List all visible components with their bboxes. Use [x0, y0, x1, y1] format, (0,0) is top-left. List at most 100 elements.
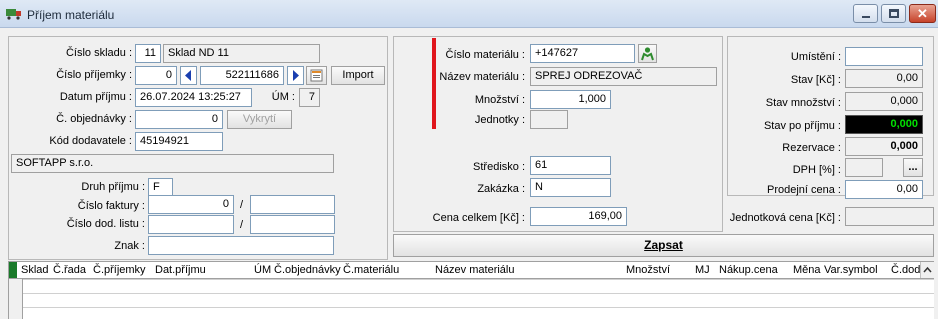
window-title: Příjem materiálu [27, 8, 115, 22]
vykryti-button[interactable]: Vykrytí [227, 110, 292, 129]
znak-label: Znak : [114, 240, 145, 252]
minimize-button[interactable] [853, 4, 878, 23]
dph-field [845, 158, 883, 177]
truck-icon [6, 9, 21, 20]
grid-indicator-icon [9, 262, 17, 278]
grid-row-line [9, 293, 934, 294]
nazev-materialu-label: Název materiálu : [439, 71, 525, 83]
um-field: 7 [299, 88, 320, 107]
faktury-separator: / [240, 199, 244, 211]
import-button[interactable]: Import [331, 66, 385, 85]
dod-listu-suffix-input[interactable] [250, 215, 335, 234]
col-cislo-rada[interactable]: Č.řada [53, 264, 86, 276]
umisteni-label: Umístění : [790, 51, 841, 63]
dph-button[interactable]: ... [903, 158, 923, 177]
material-search-button[interactable] [638, 44, 657, 63]
mnozstvi-input[interactable]: 1,000 [530, 90, 611, 109]
col-mena[interactable]: Měna [793, 264, 821, 276]
prev-button[interactable] [180, 66, 197, 85]
cislo-objednavky-input[interactable]: 0 [135, 110, 223, 129]
cislo-skladu-input[interactable]: 11 [135, 44, 161, 63]
list-button[interactable] [306, 66, 327, 85]
next-button[interactable] [287, 66, 304, 85]
grid-row-line [9, 307, 934, 308]
col-var-symbol[interactable]: Var.symbol [824, 264, 878, 276]
col-mnozstvi[interactable]: Množství [626, 264, 670, 276]
rezervace-label: Rezervace : [782, 142, 841, 154]
cislo-objednavky-label: Č. objednávky : [56, 113, 132, 125]
grid-body[interactable] [8, 279, 934, 319]
dph-label: DPH [%] : [792, 164, 841, 176]
stav-kc-field: 0,00 [845, 69, 923, 88]
sklad-name-field: Sklad ND 11 [163, 44, 320, 63]
scroll-up-button[interactable] [920, 262, 934, 278]
datum-prijmu-input[interactable]: 26.07.2024 13:25:27 [135, 88, 252, 107]
grid-header: Sklad Č.řada Č.příjemky Dat.příjmu ÚM Č.… [8, 261, 934, 279]
znak-input[interactable] [148, 236, 334, 255]
arrow-right-icon [293, 70, 299, 81]
cislo-dod-listu-label: Číslo dod. listu : [66, 218, 145, 230]
nazev-materialu-field: SPREJ ODREZOVAČ [530, 67, 717, 86]
col-mj[interactable]: MJ [695, 264, 710, 276]
col-cislo-prijemky[interactable]: Č.příjemky [93, 264, 146, 276]
prodejni-cena-label: Prodejní cena : [767, 184, 841, 196]
cislo-prijemky-input[interactable]: 522111686 [200, 66, 284, 85]
cislo-faktury-input[interactable]: 0 [148, 195, 234, 214]
cena-celkem-label: Cena celkem [Kč] : [432, 212, 525, 224]
stav-kc-label: Stav [Kč] : [790, 74, 841, 86]
col-nakup-cena[interactable]: Nákup.cena [719, 264, 778, 276]
cislo-prijemky-series-input[interactable]: 0 [135, 66, 177, 85]
jednotkova-cena-label: Jednotková cena [Kč] : [729, 212, 841, 224]
arrow-left-icon [185, 70, 191, 81]
jednotky-label: Jednotky : [474, 114, 525, 126]
stredisko-label: Středisko : [473, 161, 525, 173]
umisteni-input[interactable] [845, 47, 923, 66]
kod-dodavatele-input[interactable]: 45194921 [135, 132, 223, 151]
col-nazev-materialu[interactable]: Název materiálu [435, 264, 514, 276]
maximize-button[interactable] [881, 4, 906, 23]
zakazka-label: Zakázka : [477, 183, 525, 195]
kod-dodavatele-label: Kód dodavatele : [49, 135, 132, 147]
stav-po-prijmu-field: 0,000 [845, 115, 923, 134]
close-button[interactable]: ✕ [909, 4, 936, 23]
cislo-faktury-label: Číslo faktury : [77, 200, 145, 212]
col-sklad[interactable]: Sklad [21, 264, 49, 276]
maximize-icon [889, 9, 899, 18]
middle-panel [393, 36, 723, 232]
um-label: ÚM : [271, 91, 295, 103]
close-icon: ✕ [917, 6, 928, 21]
dod-listu-separator: / [240, 219, 244, 231]
mnozstvi-label: Množství : [474, 94, 525, 106]
col-datum-prijmu[interactable]: Dat.příjmu [155, 264, 206, 276]
stav-mnozstvi-field: 0,000 [845, 92, 923, 111]
cislo-dod-listu-input[interactable] [148, 215, 234, 234]
minimize-icon [862, 16, 870, 18]
grid-row-line [9, 279, 934, 280]
chevron-up-icon [923, 266, 932, 273]
col-cislo-materialu[interactable]: Č.materiálu [343, 264, 399, 276]
cislo-skladu-label: Číslo skladu : [65, 47, 132, 59]
stav-po-prijmu-label: Stav po příjmu : [763, 120, 841, 132]
stredisko-input[interactable]: 61 [530, 156, 611, 175]
cislo-materialu-input[interactable]: +147627 [530, 44, 635, 63]
zapsat-button[interactable]: Zapsat [393, 234, 934, 257]
stav-mnozstvi-label: Stav množství : [765, 97, 841, 109]
cislo-prijemky-label: Číslo příjemky : [56, 69, 132, 81]
jednotky-field [530, 110, 568, 129]
druh-prijmu-label: Druh příjmu : [81, 181, 145, 193]
datum-prijmu-label: Datum příjmu : [59, 91, 132, 103]
highlight-box [432, 38, 436, 129]
col-um[interactable]: ÚM [254, 264, 271, 276]
rezervace-field: 0,000 [845, 137, 923, 156]
cena-celkem-input[interactable]: 169,00 [530, 207, 627, 226]
col-cislo-objednavky[interactable]: Č.objednávky [274, 264, 341, 276]
prodejni-cena-input[interactable]: 0,00 [845, 180, 923, 199]
title-bar: Příjem materiálu ✕ [0, 0, 938, 28]
zakazka-input[interactable]: N [530, 178, 611, 197]
row-indicator-column [9, 279, 23, 319]
faktury-suffix-input[interactable] [250, 195, 335, 214]
people-icon [641, 47, 654, 61]
jednotkova-cena-field [845, 207, 934, 226]
cislo-materialu-label: Číslo materiálu : [445, 49, 525, 61]
dodavatel-name-field: SOFTAPP s.r.o. [11, 154, 334, 173]
